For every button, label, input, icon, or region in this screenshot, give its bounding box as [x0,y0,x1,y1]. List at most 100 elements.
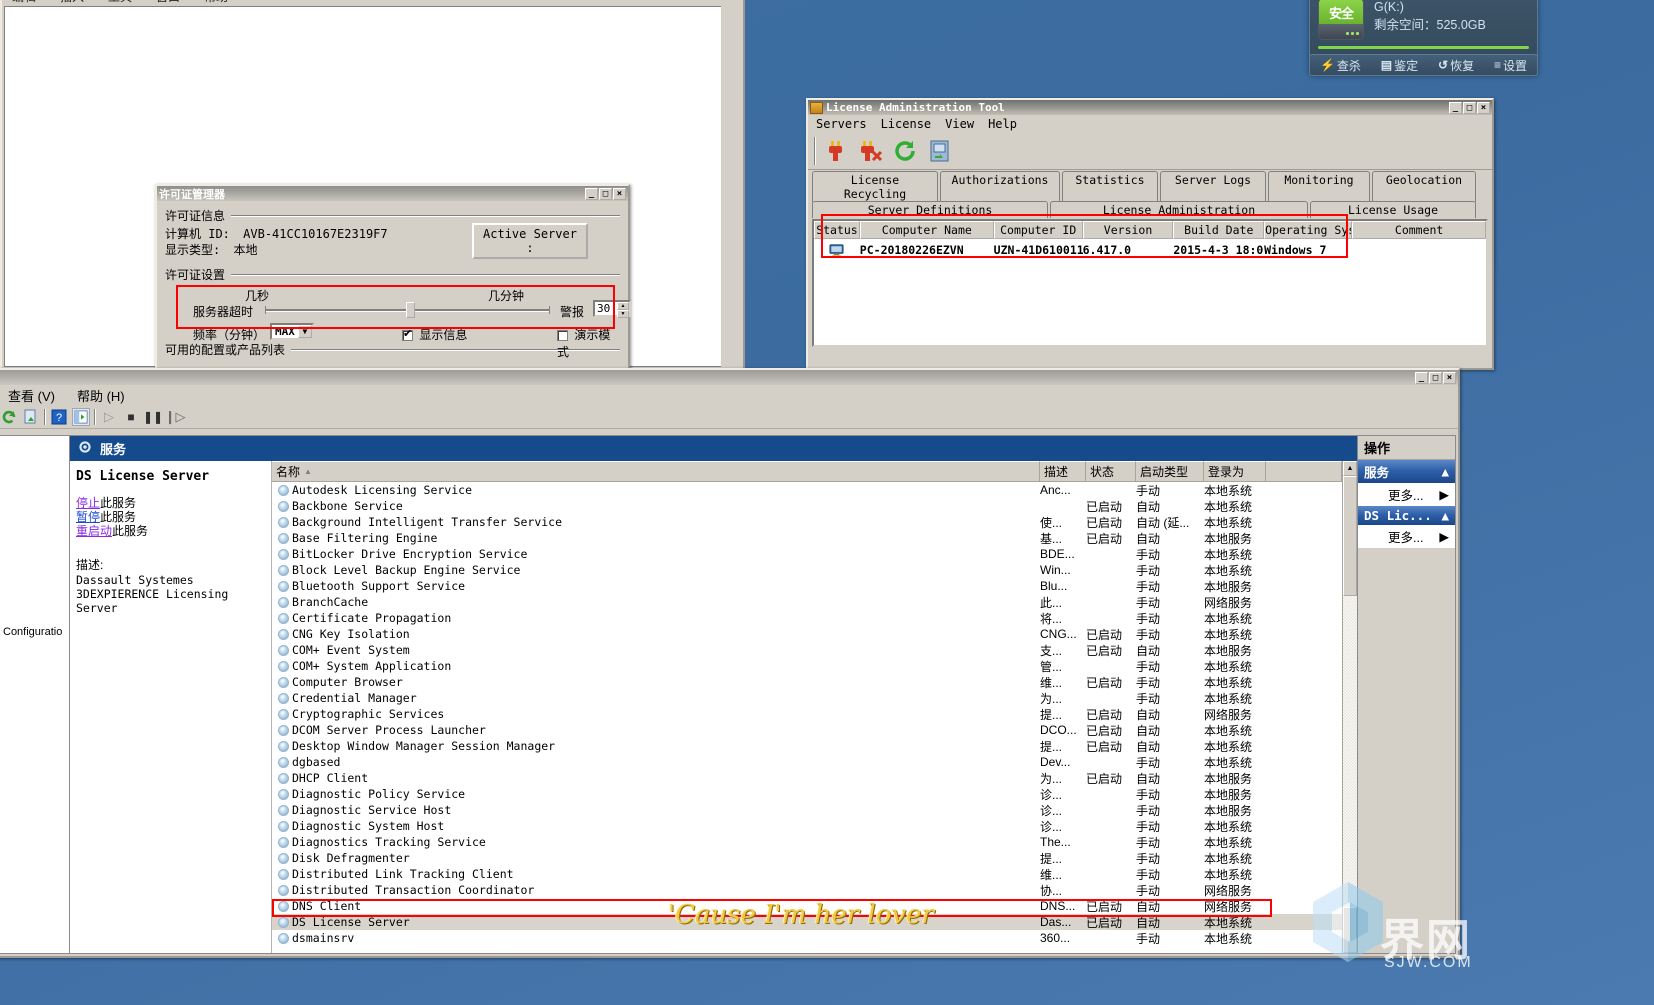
column-status[interactable]: Status [814,221,860,239]
lat-menubar[interactable]: Servers License View Help [808,115,1492,132]
pause-service-link[interactable]: 暂停 [76,510,100,524]
export-icon[interactable] [924,135,956,167]
tab-server-logs[interactable]: Server Logs [1160,171,1266,202]
column-operating-system[interactable]: Operating System [1264,221,1353,239]
menu-edit[interactable]: 编辑 [12,0,36,5]
actions-group-services[interactable]: 服务 ▲ [1358,460,1455,483]
column-name[interactable]: 名称 ▲ [272,461,1040,482]
actions-more-ds-license[interactable]: 更多... ▶ [1358,525,1455,548]
tab-statistics[interactable]: Statistics [1062,171,1158,202]
table-row[interactable]: Bluetooth Support Service Blu... 手动 本地服务 [272,578,1342,594]
services-list-body[interactable]: Autodesk Licensing Service Anc... 手动 本地系统 Ba… [272,482,1342,953]
chevron-up-icon[interactable]: ▲ [1441,508,1449,523]
column-description[interactable]: 描述 [1040,461,1086,482]
services-list-header[interactable]: 名称 ▲ 描述 状态 启动类型 登录为 [272,461,1342,482]
table-row[interactable]: Computer Browser 维... 已启动 手动 本地系统 [272,674,1342,690]
table-row[interactable]: Credential Manager 为... 手动 本地系统 [272,690,1342,706]
alarm-input[interactable]: 30 ▲ ▼ [593,300,631,318]
actions-group-ds-license[interactable]: DS Lic... ▲ [1358,506,1455,525]
scrollbar-thumb-lower[interactable] [1343,907,1357,953]
table-row[interactable]: Disk Defragmenter 提... 手动 本地系统 [272,850,1342,866]
pause-service-link-row[interactable]: 暂停此服务 [76,510,265,524]
slider-thumb[interactable] [406,302,415,318]
table-row[interactable]: Base Filtering Engine 基... 已启动 自动 本地服务 [272,530,1342,546]
column-computer-id[interactable]: Computer ID [993,221,1083,239]
stop-service-link-row[interactable]: 停止此服务 [76,496,265,510]
start-icon[interactable]: ▷ [100,408,118,426]
restart-icon[interactable]: ❙▷ [165,408,186,426]
table-row[interactable]: Block Level Backup Engine Service Win... 手… [272,562,1342,578]
alarm-spinner[interactable]: ▲ ▼ [617,302,629,318]
maximize-button[interactable]: □ [599,187,612,200]
table-row[interactable]: Distributed Link Tracking Client 维... 手动 本地… [272,866,1342,882]
services-toolbar[interactable]: ? ▷ ■ ❚❚ ❙▷ [0,405,1458,429]
plug-connect-icon[interactable] [819,135,851,167]
table-row[interactable]: PC-20180226EZVN UZN-41D610011CB 6.417.0 … [814,239,1486,261]
tab-monitoring[interactable]: Monitoring [1268,171,1370,202]
column-logon-as[interactable]: 登录为 [1204,461,1266,482]
menu-servers[interactable]: Servers [814,116,869,132]
table-row[interactable]: Desktop Window Manager Session Manager 提.… [272,738,1342,754]
pause-icon[interactable]: ❚❚ [143,408,163,426]
stop-service-link[interactable]: 停止 [76,496,100,510]
minimize-button[interactable]: _ [1449,101,1462,114]
minimize-button[interactable]: _ [585,187,598,200]
settings-button[interactable]: ≡ 设置 [1494,57,1527,74]
services-list-pane[interactable]: 名称 ▲ 描述 状态 启动类型 登录为 Autodesk Licensing S… [272,461,1342,953]
column-startup-type[interactable]: 启动类型 [1136,461,1204,482]
actions-more-services[interactable]: 更多... ▶ [1358,483,1455,506]
table-row[interactable]: Autodesk Licensing Service Anc... 手动 本地系统 [272,482,1342,498]
close-button[interactable]: × [1477,101,1490,114]
refresh-icon[interactable] [889,135,921,167]
identify-button[interactable]: ▤ 鉴定 [1381,57,1418,74]
services-titlebar[interactable]: _ □ × [0,370,1458,385]
table-row[interactable]: Certificate Propagation 将... 手动 本地系统 [272,610,1342,626]
show-info-checkbox[interactable]: 显示信息 [402,326,467,343]
parent-menubar[interactable]: 编辑 插入 工具 窗口 帮助 [2,0,743,4]
chevron-up-icon[interactable]: ▲ [1441,464,1449,479]
checkbox-box[interactable] [402,328,413,341]
table-row[interactable]: Diagnostic Policy Service 诊... 手动 本地服务 [272,786,1342,802]
tab-geolocation[interactable]: Geolocation [1372,171,1476,202]
table-row[interactable]: Cryptographic Services 提... 已启动 自动 网络服务 [272,706,1342,722]
console-tree-pane[interactable]: Configuratio [0,435,70,954]
table-row[interactable]: dsmainsrv 360... 手动 本地系统 [272,930,1342,946]
server-timeout-slider[interactable] [265,302,550,318]
scroll-up-button[interactable]: ▲ [1343,461,1357,476]
column-computer-name[interactable]: Computer Name [859,221,994,239]
scan-button[interactable]: ⚡ 查杀 [1320,57,1361,74]
checkbox-box[interactable] [557,330,568,341]
table-row[interactable]: COM+ Event System 支... 已启动 自动 本地服务 [272,642,1342,658]
disk-actions-bar[interactable]: ⚡ 查杀 ▤ 鉴定 ↺ 恢复 ≡ 设置 [1309,54,1538,76]
export-icon[interactable] [22,408,40,426]
table-row[interactable]: Diagnostic Service Host 诊... 手动 本地服务 [272,802,1342,818]
table-row[interactable]: DHCP Client 为... 已启动 自动 本地服务 [272,770,1342,786]
chevron-down-icon[interactable]: ▼ [297,325,312,338]
column-status[interactable]: 状态 [1086,461,1136,482]
help-icon[interactable]: ? [50,408,68,426]
active-server-button[interactable]: Active Server : [472,223,588,259]
close-button[interactable]: × [1443,371,1456,384]
menu-license[interactable]: License [879,116,934,132]
menu-view[interactable]: View [943,116,976,132]
tab-server-definitions[interactable]: Server Definitions [812,201,1048,218]
table-row[interactable]: Backbone Service 已启动 自动 本地系统 [272,498,1342,514]
demo-mode-checkbox[interactable]: 演示模式 [557,326,620,360]
table-row[interactable]: Diagnostic System Host 诊... 手动 本地系统 [272,818,1342,834]
minimize-button[interactable]: _ [1415,371,1428,384]
menu-help[interactable]: 帮助 [204,0,228,5]
lat-toolbar[interactable] [808,132,1492,170]
table-row[interactable]: dgbased Dev... 手动 本地系统 [272,754,1342,770]
stop-icon[interactable]: ■ [122,408,140,426]
menu-view[interactable]: 查看 (V) [8,386,55,405]
table-row[interactable]: DNS Client DNS... 已启动 自动 网络服务 [272,898,1342,914]
lat-tabs-row-2[interactable]: Server Definitions License Administratio… [812,201,1488,218]
maximize-button[interactable]: □ [1429,371,1442,384]
license-manager-titlebar[interactable]: 许可证管理器 _ □ × [157,186,628,201]
services-list-scrollbar[interactable]: ▲ [1342,461,1357,953]
table-row[interactable]: CNG Key Isolation CNG... 已启动 手动 本地系统 [272,626,1342,642]
table-row[interactable]: DS License Server Das... 已启动 自动 本地系统 [272,914,1342,930]
tab-license-administration[interactable]: License Administration [1050,201,1308,218]
menu-window[interactable]: 窗口 [156,0,180,5]
lat-grid-header[interactable]: Status Computer Name Computer ID Version… [814,221,1487,239]
